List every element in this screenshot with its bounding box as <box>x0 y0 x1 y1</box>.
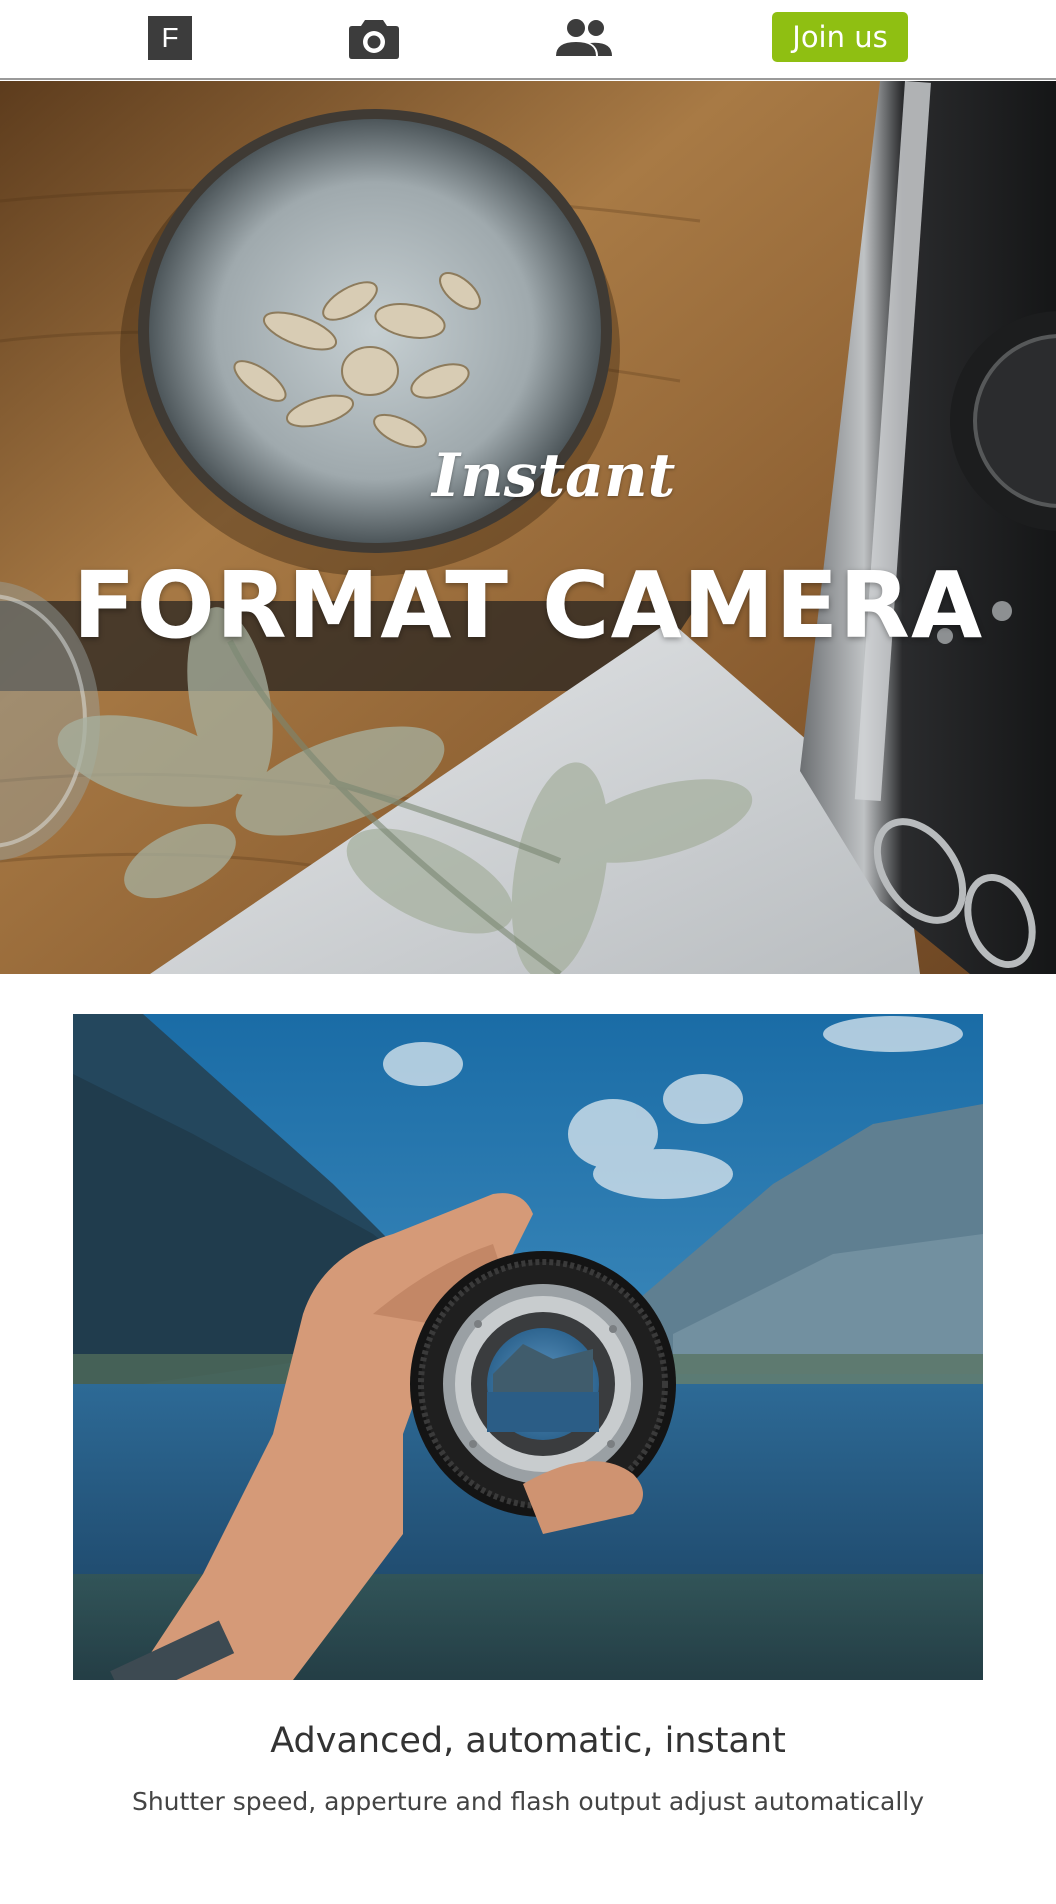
join-us-button[interactable]: Join us <box>772 12 908 62</box>
lens-photo <box>73 1014 983 1680</box>
hero-banner: Instant FORMAT CAMERA <box>0 81 1056 974</box>
feature-subtitle: Shutter speed, apperture and flash outpu… <box>131 1787 925 1816</box>
logo-icon[interactable]: F <box>148 16 192 60</box>
people-icon[interactable] <box>554 16 614 60</box>
top-nav: F Join us <box>0 0 1056 80</box>
hero-background-image <box>0 81 1056 974</box>
logo-letter: F <box>161 22 179 53</box>
hero-script-text: Instant <box>432 441 676 511</box>
camera-icon[interactable] <box>348 16 400 60</box>
feature-title: Advanced, automatic, instant <box>270 1721 786 1761</box>
hero-title: FORMAT CAMERA <box>72 552 984 659</box>
feature-image <box>73 1014 983 1680</box>
